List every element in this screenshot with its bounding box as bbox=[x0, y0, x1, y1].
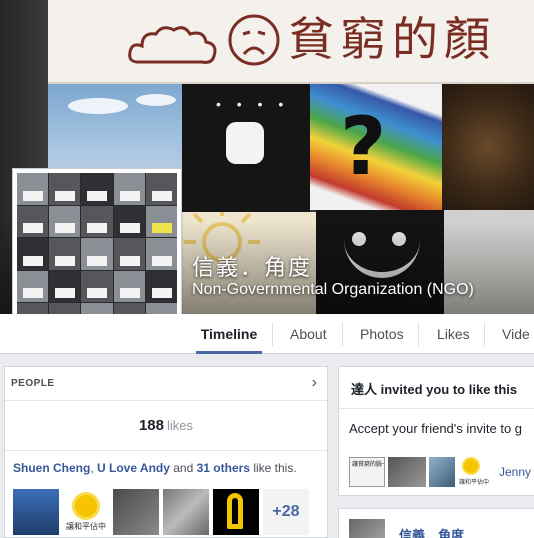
tab-divider bbox=[342, 322, 343, 346]
tab-timeline[interactable]: Timeline bbox=[196, 314, 262, 354]
tab-likes[interactable]: Likes bbox=[437, 314, 470, 354]
invite-body: Accept your friend's invite to g bbox=[349, 421, 523, 436]
people-title: PEOPLE bbox=[11, 378, 55, 389]
post-card: 信義．角度 bbox=[338, 508, 534, 538]
avatar[interactable]: 讓貧窮的臉一起走出 bbox=[349, 457, 385, 487]
painting-rainbow-tile: ? bbox=[310, 84, 442, 210]
invite-card: 達人 invited you to like this Accept your … bbox=[338, 366, 534, 496]
friend-avatars: 讓和平佔中 +28 bbox=[13, 489, 309, 535]
people-card: PEOPLE › 188 likes Shuen Cheng, U Love An… bbox=[4, 366, 328, 538]
tab-videos[interactable]: Vide bbox=[502, 314, 530, 354]
more-friends-button[interactable]: +28 bbox=[263, 489, 309, 535]
friends-like-line: Shuen Cheng, U Love Andy and 31 others l… bbox=[13, 461, 297, 475]
cover-banner-text: 貧窮的顏 bbox=[288, 12, 496, 66]
avatar[interactable] bbox=[429, 457, 455, 487]
tab-divider bbox=[484, 322, 485, 346]
avatar[interactable] bbox=[388, 457, 426, 487]
tab-divider bbox=[418, 322, 419, 346]
cover-banner: 貧窮的顏 bbox=[48, 0, 534, 84]
others-link[interactable]: 31 others bbox=[197, 461, 250, 475]
painting-window-tile: • • • • bbox=[182, 84, 310, 212]
friend-link-u-love-andy[interactable]: U Love Andy bbox=[97, 461, 170, 475]
friend-link-jenny[interactable]: Jenny K bbox=[499, 465, 534, 479]
page-category[interactable]: Non-Governmental Organization (NGO) bbox=[192, 281, 474, 299]
tab-divider bbox=[272, 322, 273, 346]
avatar[interactable] bbox=[213, 489, 259, 535]
flower-icon bbox=[464, 459, 478, 473]
avatar[interactable] bbox=[349, 519, 385, 538]
avatar[interactable] bbox=[163, 489, 209, 535]
chevron-right-icon[interactable]: › bbox=[312, 374, 317, 392]
question-mark: ? bbox=[340, 100, 387, 193]
tab-photos[interactable]: Photos bbox=[360, 314, 404, 354]
cloud-drawing bbox=[128, 26, 217, 64]
painting-brown-tile bbox=[442, 84, 534, 210]
avatar[interactable] bbox=[13, 489, 59, 535]
avatar[interactable]: 讓和平佔中 bbox=[458, 457, 489, 487]
tab-about[interactable]: About bbox=[290, 314, 327, 354]
page-tab-bar: Timeline About Photos Likes Vide bbox=[0, 314, 534, 354]
likes-word: likes bbox=[167, 418, 194, 433]
page-name[interactable]: 信義．角度 bbox=[192, 250, 312, 282]
likes-summary[interactable]: 188 likes bbox=[5, 401, 327, 451]
avatar[interactable]: 讓和平佔中 bbox=[63, 489, 109, 535]
likes-count: 188 bbox=[138, 417, 164, 434]
invite-header: 達人 invited you to like this bbox=[339, 367, 534, 409]
yellow-ribbon-icon bbox=[227, 493, 243, 529]
invite-text: invited you to like this bbox=[377, 382, 518, 397]
avatar[interactable] bbox=[113, 489, 159, 535]
sad-face-drawing bbox=[228, 14, 280, 66]
flower-icon bbox=[75, 495, 97, 517]
friend-link-shuen-cheng[interactable]: Shuen Cheng bbox=[13, 461, 90, 475]
inviter-name[interactable]: 達人 bbox=[351, 382, 377, 397]
post-page-name[interactable]: 信義．角度 bbox=[399, 525, 464, 538]
people-header[interactable]: PEOPLE › bbox=[5, 367, 327, 401]
invite-friends: 讓貧窮的臉一起走出 讓和平佔中 Jenny K bbox=[349, 457, 534, 487]
